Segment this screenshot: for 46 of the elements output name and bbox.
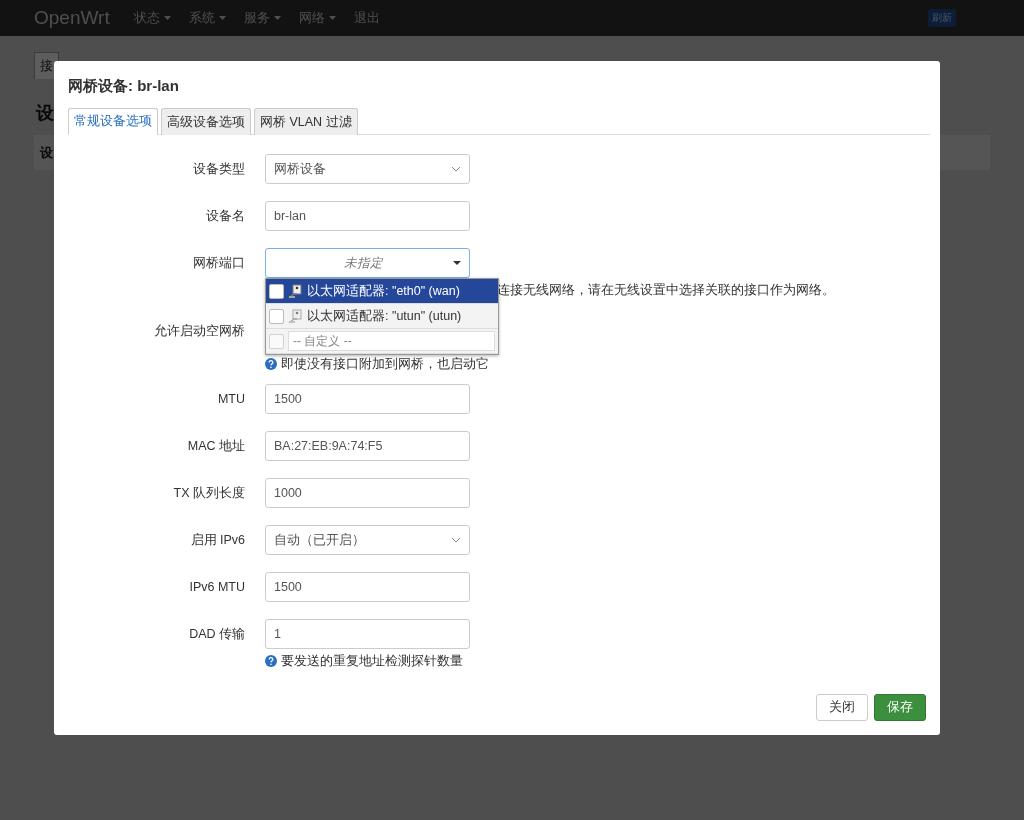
checkbox[interactable] (269, 283, 284, 299)
close-button[interactable]: 关闭 (816, 694, 868, 721)
tab[interactable]: 高级设备选项 (161, 108, 251, 135)
field-label: 启用 IPv6 (189, 531, 245, 549)
input-field[interactable]: br-lan (265, 201, 470, 231)
custom-value-field[interactable]: -- 自定义 -- (288, 331, 495, 351)
select-field[interactable]: 未指定 (265, 248, 470, 278)
checkbox[interactable] (269, 333, 284, 349)
help-text: 即使没有接口附加到网桥，也启动它 (281, 355, 489, 373)
save-button[interactable]: 保存 (874, 694, 926, 721)
chevron-down-icon (451, 537, 461, 543)
input-field[interactable]: 1000 (265, 478, 470, 508)
field-label: TX 队列长度 (172, 484, 245, 502)
caret-icon (453, 261, 461, 265)
column-header: 设 (40, 145, 53, 160)
dropdown-option[interactable]: 以太网适配器: "eth0" (wan) (266, 279, 498, 304)
caret-icon (163, 16, 171, 20)
caret-icon (328, 16, 336, 20)
network-adapter-icon (288, 308, 303, 324)
tab[interactable]: 常规设备选项 (68, 108, 158, 135)
field-label: DAD 传输 (188, 625, 245, 643)
input-field[interactable]: 1500 (265, 572, 470, 602)
field-label: 允许启动空网桥 (153, 322, 245, 340)
chevron-down-icon (451, 166, 461, 172)
field-label: 设备名 (205, 207, 245, 225)
caret-icon (218, 16, 226, 20)
field-label: MTU (216, 392, 245, 406)
field-label: 网桥端口 (192, 254, 245, 272)
dropdown-option[interactable]: 以太网适配器: "utun" (utun) (266, 304, 498, 329)
tab[interactable]: 网桥 VLAN 过滤 (254, 108, 358, 135)
select-field[interactable]: 网桥设备 (265, 154, 470, 184)
help-icon (265, 358, 277, 370)
field-label: IPv6 MTU (188, 580, 245, 594)
help-text: 要发送的重复地址检测探针数量 (281, 652, 463, 670)
page-heading: 设 (36, 102, 54, 125)
select-field[interactable]: 自动（已开启） (265, 525, 470, 555)
dialog-title: 网桥设备: br-lan (68, 77, 180, 96)
input-field[interactable]: 1500 (265, 384, 470, 414)
field-label: 设备类型 (192, 160, 245, 178)
caret-icon (273, 16, 281, 20)
field-label: MAC 地址 (186, 437, 245, 455)
input-field[interactable]: 1 (265, 619, 470, 649)
network-adapter-icon (288, 283, 303, 299)
input-field[interactable]: BA:27:EB:9A:74:F5 (265, 431, 470, 461)
help-icon (265, 655, 277, 667)
checkbox[interactable] (269, 308, 284, 324)
